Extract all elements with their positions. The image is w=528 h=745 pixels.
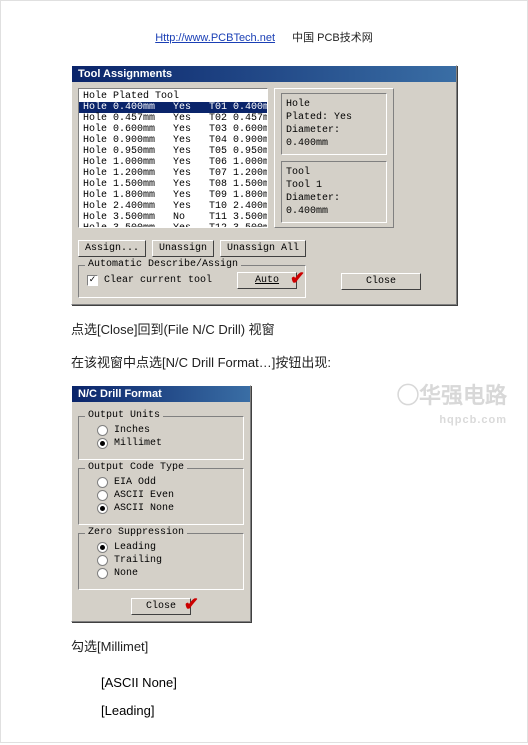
page-header: Http://www.PCBTech.net 中国 PCB技术网 bbox=[71, 29, 457, 45]
opt-leading: Leading bbox=[114, 542, 156, 553]
info-diameter-2: Diameter: 0.400mm bbox=[286, 192, 382, 218]
drill-format-dialog: N/C Drill Format Output Units Inches Mil… bbox=[71, 385, 251, 622]
hole-list[interactable]: Hole Plated Tool Hole 0.400mm Yes T01 0.… bbox=[78, 88, 268, 228]
paragraph-1: 点选[Close]回到(File N/C Drill) 视窗 bbox=[71, 319, 457, 338]
list-row[interactable]: Hole 2.400mm Yes T10 2.400mm bbox=[79, 201, 267, 212]
info-hole-label: Hole bbox=[286, 98, 382, 111]
info-diameter-1: Diameter: 0.400mm bbox=[286, 124, 382, 150]
unassign-button[interactable]: Unassign bbox=[152, 240, 214, 257]
assign-button[interactable]: Assign... bbox=[78, 240, 146, 257]
dialog-title: Tool Assignments bbox=[72, 66, 456, 82]
auto-button[interactable]: Auto bbox=[237, 272, 297, 289]
opt-trailing: Trailing bbox=[114, 555, 162, 566]
clear-tool-checkbox[interactable]: ✓ bbox=[87, 275, 98, 286]
info-tool-label: Tool bbox=[286, 166, 382, 179]
info-plated: Plated: Yes bbox=[286, 111, 382, 124]
info-tool: Tool 1 bbox=[286, 179, 382, 192]
opt-ascii-even: ASCII Even bbox=[114, 490, 174, 501]
radio-ascii-none[interactable] bbox=[97, 503, 108, 514]
info-panel: Hole Plated: Yes Diameter: 0.400mm Tool … bbox=[274, 88, 394, 228]
radio-none[interactable] bbox=[97, 568, 108, 579]
opt-zero-none: None bbox=[114, 568, 138, 579]
paragraph-2: 在该视窗中点选[N/C Drill Format…]按钮出现: bbox=[71, 352, 457, 371]
radio-ascii-even[interactable] bbox=[97, 490, 108, 501]
opt-millimet: Millimet bbox=[114, 438, 162, 449]
list-row[interactable]: Hole 0.457mm Yes T02 0.457mm bbox=[79, 113, 267, 124]
header-text: 中国 PCB技术网 bbox=[292, 32, 373, 44]
header-link[interactable]: Http://www.PCBTech.net bbox=[155, 32, 275, 44]
dialog2-title: N/C Drill Format bbox=[72, 386, 250, 402]
radio-inches[interactable] bbox=[97, 425, 108, 436]
clear-tool-label: Clear current tool bbox=[104, 275, 212, 286]
radio-trailing[interactable] bbox=[97, 555, 108, 566]
close-button[interactable]: Close bbox=[341, 273, 421, 290]
list-row[interactable]: Hole 0.900mm Yes T04 0.900mm bbox=[79, 135, 267, 146]
tool-assignments-dialog: Tool Assignments Hole Plated Tool Hole 0… bbox=[71, 65, 457, 305]
opt-inches: Inches bbox=[114, 425, 150, 436]
radio-millimet[interactable] bbox=[97, 438, 108, 449]
unassign-all-button[interactable]: Unassign All bbox=[220, 240, 306, 257]
list-row[interactable]: Hole 1.200mm Yes T07 1.200mm bbox=[79, 168, 267, 179]
opt-ascii-none: ASCII None bbox=[114, 503, 174, 514]
auto-group-legend: Automatic Describe/Assign bbox=[85, 259, 241, 270]
units-legend: Output Units bbox=[85, 410, 163, 421]
code-legend: Output Code Type bbox=[85, 462, 187, 473]
list-row[interactable]: Hole 0.950mm Yes T05 0.950mm bbox=[79, 146, 267, 157]
list-row[interactable]: Hole 3.500mm No T11 3.500mm bbox=[79, 212, 267, 223]
close-button-2[interactable]: Close bbox=[131, 598, 191, 615]
bullet-ascii-none: [ASCII None] bbox=[101, 669, 457, 697]
list-header: Hole Plated Tool bbox=[79, 91, 267, 102]
radio-eia[interactable] bbox=[97, 477, 108, 488]
list-row[interactable]: Hole 0.600mm Yes T03 0.600mm bbox=[79, 124, 267, 135]
opt-eia: EIA Odd bbox=[114, 477, 156, 488]
list-row[interactable]: Hole 1.000mm Yes T06 1.000mm bbox=[79, 157, 267, 168]
radio-leading[interactable] bbox=[97, 542, 108, 553]
zero-legend: Zero Suppression bbox=[85, 527, 187, 538]
list-row[interactable]: Hole 1.800mm Yes T09 1.800mm bbox=[79, 190, 267, 201]
paragraph-3: 勾选[Millimet] bbox=[71, 636, 457, 655]
bullet-leading: [Leading] bbox=[101, 697, 457, 725]
list-row[interactable]: Hole 1.500mm Yes T08 1.500mm bbox=[79, 179, 267, 190]
list-row[interactable]: Hole 0.400mm Yes T01 0.400mm bbox=[79, 102, 267, 113]
